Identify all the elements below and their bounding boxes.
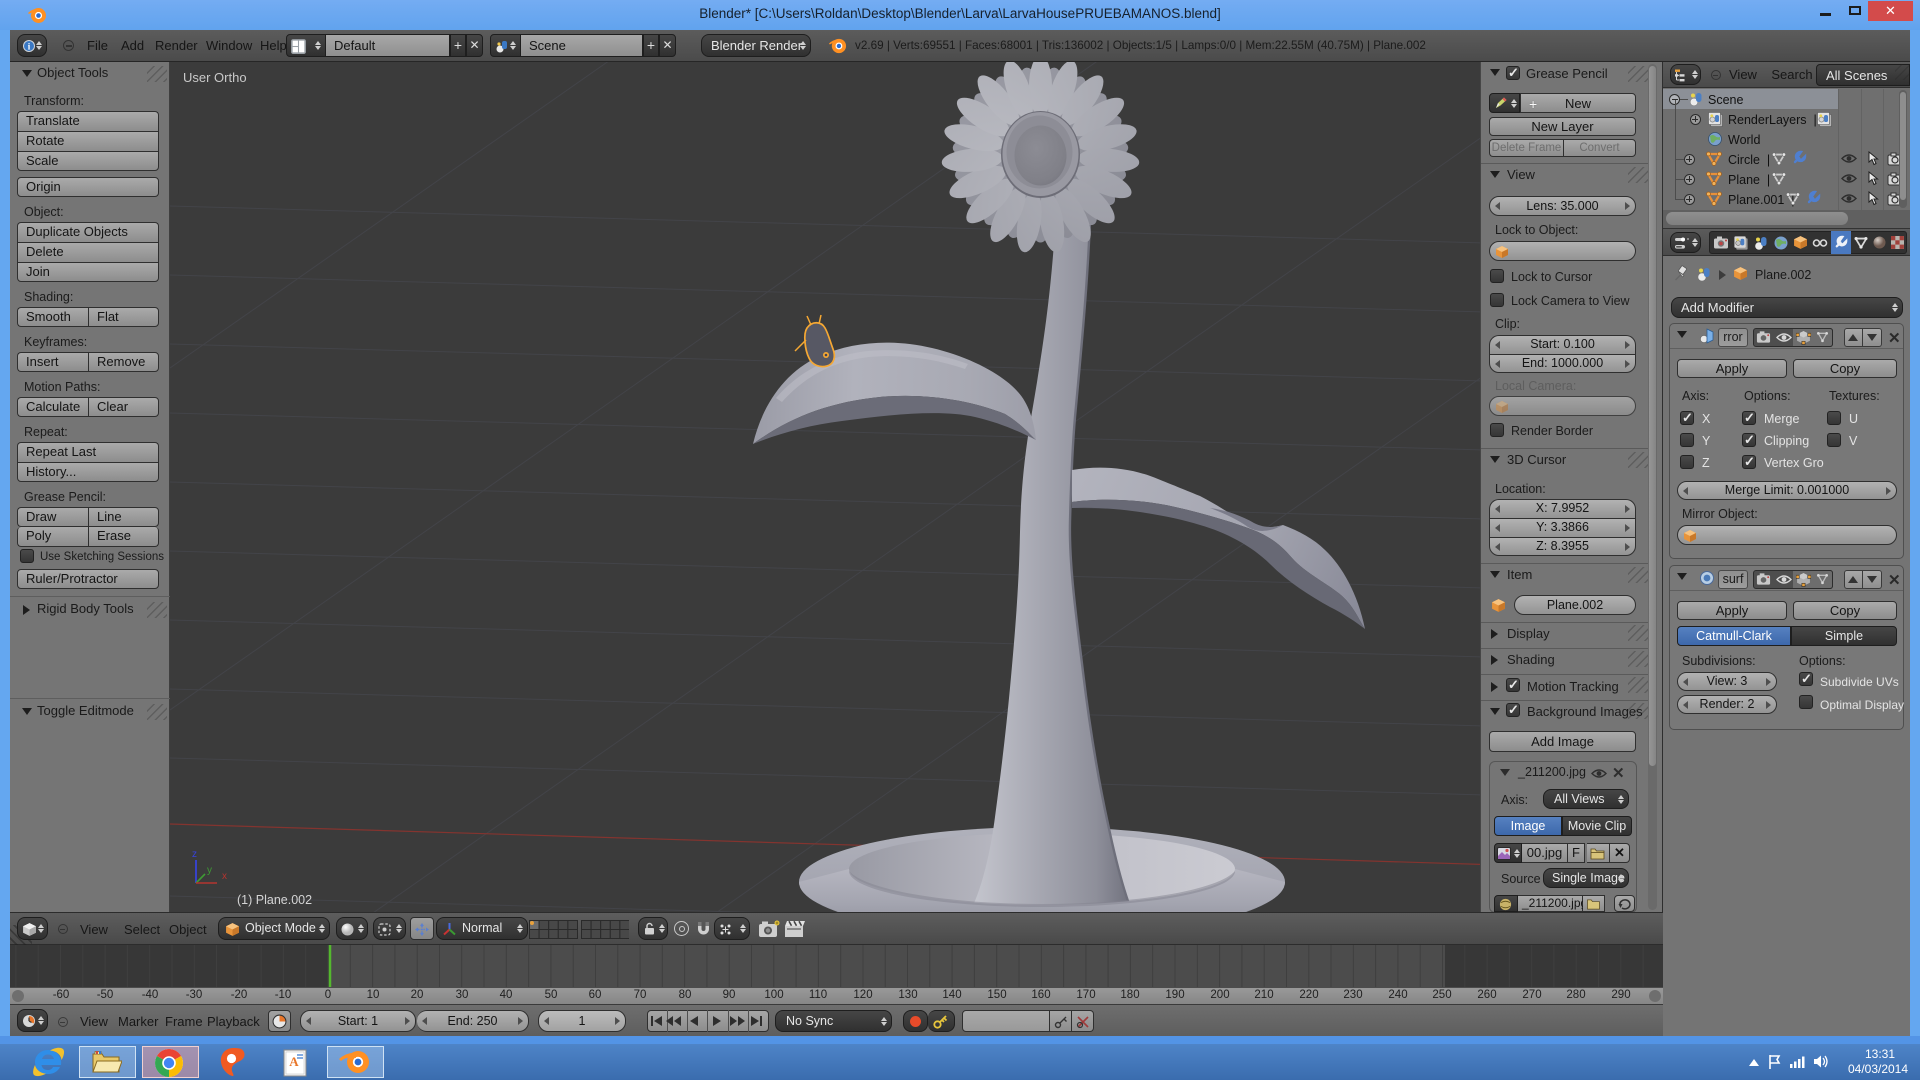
svg-text:z: z [192,849,197,860]
svg-text:y: y [207,865,212,876]
svg-text:x: x [222,871,227,882]
svg-text:A: A [289,1054,299,1069]
